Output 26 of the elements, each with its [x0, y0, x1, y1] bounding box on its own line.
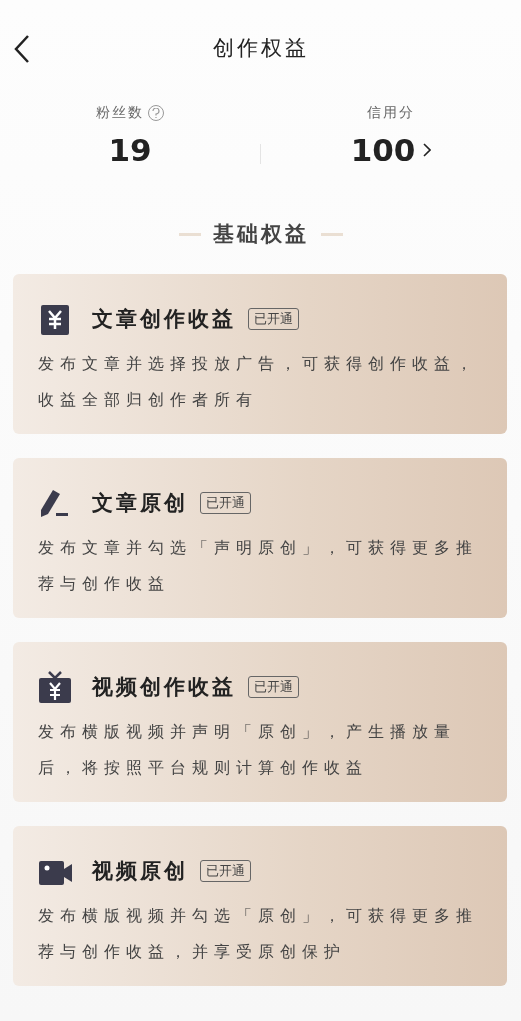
benefit-card[interactable]: 文章原创 已开通 发布文章并勾选「声明原创」，可获得更多推荐与创作收益 — [13, 458, 507, 618]
card-description: 发布文章并选择投放广告，可获得创作收益，收益全部归创作者所有 — [38, 353, 479, 411]
card-description: 发布横版视频并声明「原创」，产生播放量后，将按照平台规则计算创作收益 — [38, 721, 457, 779]
page-title: 创作权益 — [212, 35, 309, 62]
stat-value: 19 — [108, 132, 152, 168]
chevron-icon[interactable] — [423, 143, 432, 157]
stat-label: 粉丝数 — [96, 104, 144, 122]
card-title: 文章原创 — [92, 490, 188, 517]
back-icon[interactable] — [12, 34, 32, 64]
benefit-card[interactable]: 视频原创 已开通 发布横版视频并勾选「原创」，可获得更多推荐与创作收益，并享受原创保护 — [13, 826, 507, 986]
card-description: 发布文章并勾选「声明原创」，可获得更多推荐与创作收益 — [38, 537, 479, 595]
section-title: 基础权益 — [212, 221, 309, 248]
status-badge: 已开通 — [200, 492, 251, 514]
status-badge: 已开通 — [248, 676, 299, 698]
stat-value[interactable]: 100 — [350, 132, 416, 168]
card-title: 视频原创 — [92, 858, 188, 885]
stat-label: 信用分 — [367, 104, 415, 122]
benefit-card[interactable]: 视频创作收益 已开通 发布横版视频并声明「原创」，产生播放量后，将按照平台规则计算创作收益 — [13, 642, 507, 802]
card-title: 文章创作收益 — [92, 306, 236, 333]
status-badge: 已开通 — [248, 308, 299, 330]
card-description: 发布横版视频并勾选「原创」，可获得更多推荐与创作收益，并享受原创保护 — [38, 905, 479, 963]
card-title: 视频创作收益 — [92, 674, 236, 701]
benefit-card[interactable]: 文章创作收益 已开通 发布文章并选择投放广告，可获得创作收益，收益全部归创作者所有 — [13, 274, 507, 434]
yen-icon — [38, 302, 72, 336]
status-badge: 已开通 — [200, 860, 251, 882]
tv-yen-icon — [38, 670, 72, 704]
